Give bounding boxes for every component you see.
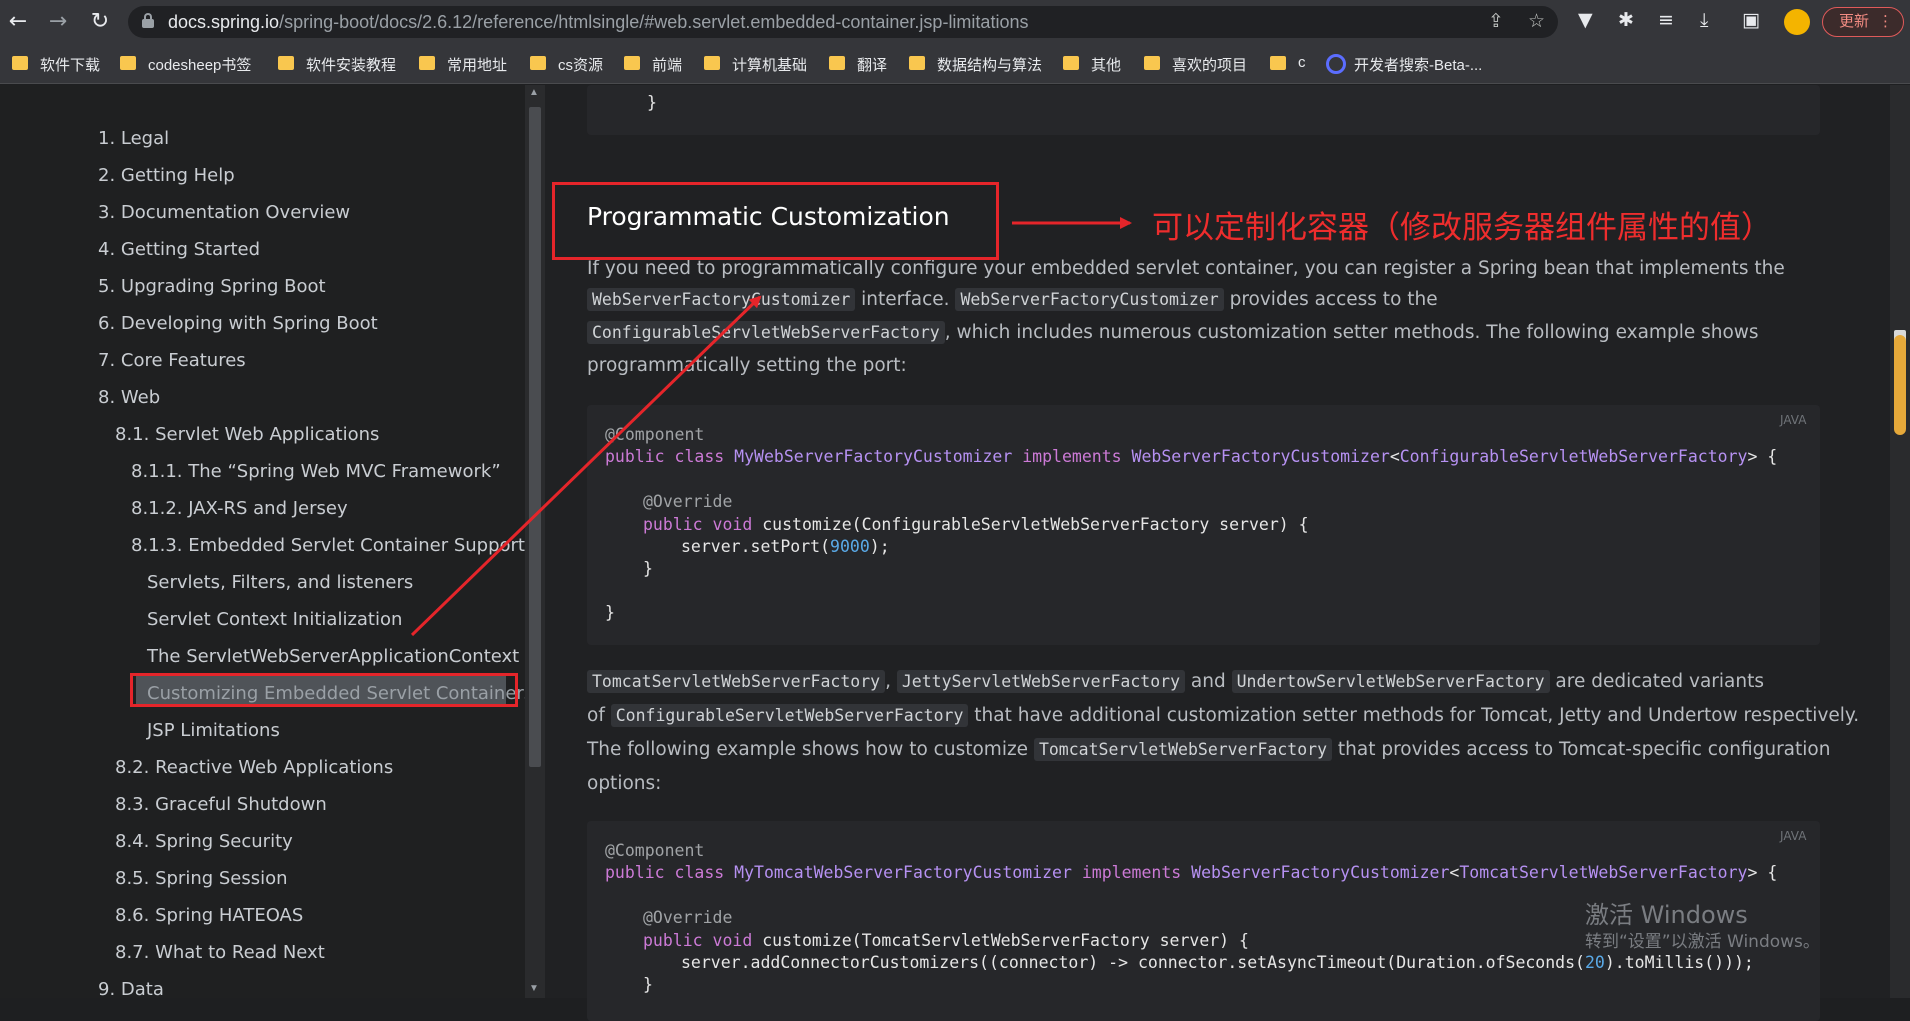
- bookmark-folder[interactable]: 计算机基础: [704, 54, 807, 76]
- forward-icon[interactable]: →: [44, 8, 72, 36]
- folder-icon: [1144, 56, 1160, 70]
- folder-icon: [12, 56, 28, 70]
- folder-icon: [1063, 56, 1079, 70]
- bookmark-folder[interactable]: 翻译: [829, 54, 887, 76]
- browser-toolbar: ← → ↻ docs.spring.io/spring-boot/docs/2.…: [0, 0, 1910, 44]
- menu-icon: ⋮: [1878, 13, 1893, 30]
- bookmark-folder[interactable]: 数据结构与算法: [909, 54, 1042, 76]
- folder-icon: [120, 56, 136, 70]
- folder-icon: [1270, 56, 1286, 70]
- update-button[interactable]: 更新 ⋮: [1822, 7, 1904, 37]
- profile-avatar[interactable]: [1784, 9, 1810, 35]
- side-panel-icon[interactable]: ▣: [1742, 9, 1760, 31]
- folder-icon: [909, 56, 925, 70]
- bookmark-folder[interactable]: c: [1270, 54, 1306, 76]
- reading-list-icon[interactable]: ≡: [1658, 9, 1674, 31]
- url-text[interactable]: docs.spring.io/spring-boot/docs/2.6.12/r…: [168, 12, 1028, 33]
- bookmark-folder[interactable]: 其他: [1063, 54, 1121, 76]
- back-icon[interactable]: ←: [4, 8, 32, 36]
- bookmark-folder[interactable]: codesheep书签: [120, 54, 251, 76]
- bookmark-link[interactable]: 开发者搜索-Beta-...: [1326, 54, 1482, 76]
- folder-icon: [419, 56, 435, 70]
- page-viewport: 1. Legal 2. Getting Help 3. Documentatio…: [0, 85, 1910, 1021]
- annotation-text: 可以定制化容器（修改服务器组件属性的值）: [1152, 210, 1772, 246]
- annotation-arrow-diagonal: [410, 295, 762, 637]
- extension-v-icon[interactable]: ▼: [1578, 9, 1593, 31]
- lock-icon[interactable]: [142, 13, 154, 29]
- folder-icon: [704, 56, 720, 70]
- folder-icon: [278, 56, 294, 70]
- bookmark-folder[interactable]: cs资源: [530, 54, 603, 76]
- bookmark-folder[interactable]: 喜欢的项目: [1144, 54, 1247, 76]
- bookmark-folder[interactable]: 软件下载: [12, 54, 100, 76]
- bookmark-folder[interactable]: 前端: [624, 54, 682, 76]
- bookmarks-bar: 软件下载 codesheep书签 软件安装教程 常用地址 cs资源 前端 计算机…: [0, 44, 1910, 84]
- bookmark-folder[interactable]: 常用地址: [419, 54, 507, 76]
- folder-icon: [530, 56, 546, 70]
- bookmark-folder[interactable]: 软件安装教程: [278, 54, 396, 76]
- share-icon[interactable]: ⇪: [1488, 10, 1504, 32]
- download-icon[interactable]: ⤓: [1700, 9, 1708, 31]
- folder-icon: [624, 56, 640, 70]
- extensions-puzzle-icon[interactable]: ✱: [1618, 9, 1634, 31]
- search-icon: [1326, 54, 1346, 74]
- reload-icon[interactable]: ↻: [86, 8, 114, 36]
- folder-icon: [829, 56, 845, 70]
- address-bar[interactable]: docs.spring.io/spring-boot/docs/2.6.12/r…: [128, 6, 1558, 38]
- bookmark-star-icon[interactable]: ☆: [1528, 10, 1545, 32]
